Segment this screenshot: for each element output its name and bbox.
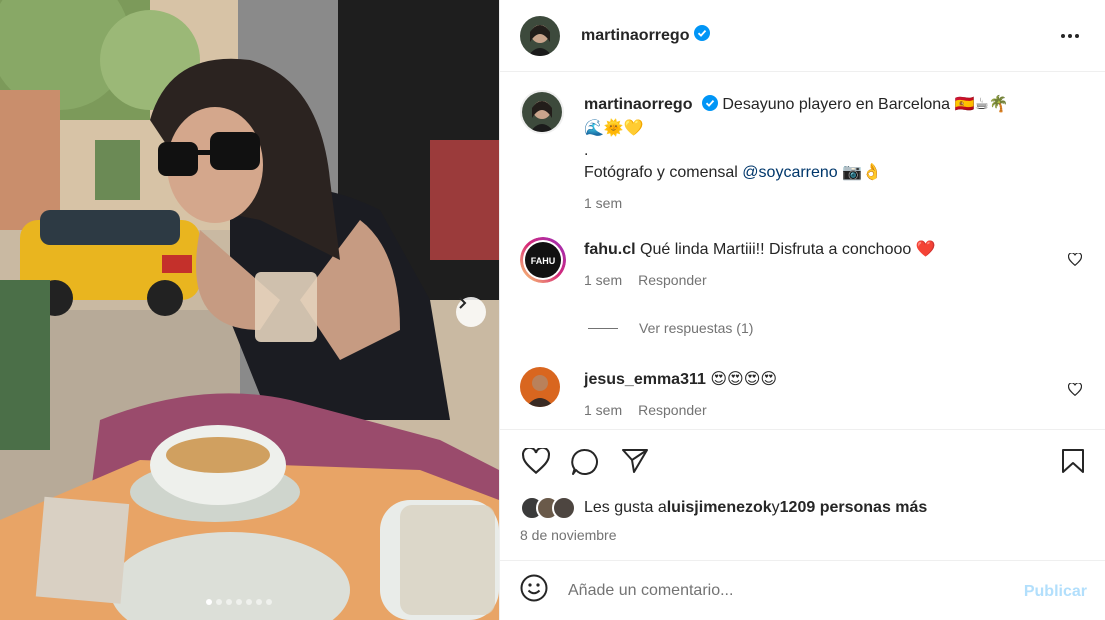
add-comment-bar: Publicar xyxy=(500,560,1105,620)
comment-body: fahu.cl Qué linda Martiii!! Disfruta a c… xyxy=(584,239,1054,291)
carousel-dot xyxy=(206,599,212,605)
post-actions: Les gusta a luisjimenezok y 1209 persona… xyxy=(500,429,1105,559)
mention-link[interactable]: @soycarreno xyxy=(742,164,837,181)
replies-divider xyxy=(588,327,618,329)
carousel-dot xyxy=(216,599,222,605)
comment-icon[interactable] xyxy=(571,448,599,481)
carousel-dot xyxy=(256,599,262,605)
emoji-icon[interactable] xyxy=(520,574,548,607)
comment-username[interactable]: jesus_emma311 xyxy=(584,371,706,388)
post-date[interactable]: 8 de noviembre xyxy=(520,527,617,543)
caption-username[interactable]: martinaorrego xyxy=(584,96,692,113)
reply-button[interactable]: Responder xyxy=(638,399,707,421)
caption-line: 🌊🌞💛 xyxy=(584,120,644,137)
post-details-panel: martinaorrego martinaorrego Desayuno pla… xyxy=(499,0,1105,620)
like-comment-heart-icon[interactable] xyxy=(1067,382,1083,401)
verified-badge-icon xyxy=(701,95,718,118)
view-replies-button[interactable]: Ver respuestas (1) xyxy=(588,320,753,336)
comment-text: Qué linda Martiii!! Disfruta a conchooo … xyxy=(640,241,936,258)
share-icon[interactable] xyxy=(621,448,649,479)
verified-badge-icon xyxy=(694,25,711,46)
reply-button[interactable]: Responder xyxy=(638,269,707,291)
carousel-dot xyxy=(226,599,232,605)
fahu-avatar-text: FAHU xyxy=(531,256,556,266)
more-options-icon[interactable] xyxy=(1061,26,1083,46)
likes-middle: y xyxy=(771,499,780,516)
comment-input[interactable] xyxy=(568,581,998,600)
liker-avatar xyxy=(552,496,576,520)
post-header: martinaorrego xyxy=(500,0,1105,72)
author-avatar[interactable] xyxy=(520,15,560,56)
comment-time[interactable]: 1 sem xyxy=(584,269,622,291)
view-replies-label: Ver respuestas (1) xyxy=(639,320,754,336)
likes-count[interactable]: 1209 personas más xyxy=(780,499,928,517)
caption-body: martinaorrego Desayuno playero en Barcel… xyxy=(584,94,1084,214)
caption-line: Fotógrafo y comensal xyxy=(584,164,743,181)
post-photo[interactable] xyxy=(0,0,499,620)
carousel-dots xyxy=(206,599,272,605)
carousel-dot xyxy=(246,599,252,605)
liker-username[interactable]: luisjimenezok xyxy=(667,499,772,517)
carousel-dot xyxy=(266,599,272,605)
author-username[interactable]: martinaorrego xyxy=(581,27,689,45)
like-comment-heart-icon[interactable] xyxy=(1067,252,1083,271)
bookmark-icon[interactable] xyxy=(1061,448,1085,479)
photo-illustration xyxy=(0,0,499,620)
commenter-avatar[interactable]: FAHU xyxy=(520,237,566,283)
caption-line: Desayuno playero en Barcelona 🇪🇸☕🌴 xyxy=(722,96,1009,113)
commenter-avatar[interactable] xyxy=(520,367,560,407)
action-bar xyxy=(520,446,1086,479)
comments-list[interactable]: martinaorrego Desayuno playero en Barcel… xyxy=(500,72,1105,429)
comment-username[interactable]: fahu.cl xyxy=(584,241,636,258)
heart-icon[interactable] xyxy=(521,446,551,479)
comment-time[interactable]: 1 sem xyxy=(584,399,622,421)
likes-summary[interactable]: Les gusta a luisjimenezok y 1209 persona… xyxy=(520,496,927,520)
comment-body: jesus_emma311 😍😍😍😍 1 sem Responder xyxy=(584,369,1054,421)
comment-text: 😍😍😍😍 xyxy=(710,371,778,388)
caption-avatar[interactable] xyxy=(520,90,564,134)
liker-avatars xyxy=(520,496,576,520)
likes-prefix: Les gusta a xyxy=(584,499,667,516)
caption-line: . xyxy=(584,142,589,159)
publish-button[interactable]: Publicar xyxy=(1024,583,1087,601)
carousel-dot xyxy=(236,599,242,605)
next-photo-button[interactable] xyxy=(456,297,486,327)
caption-time[interactable]: 1 sem xyxy=(584,192,622,214)
caption-line: 📷👌 xyxy=(837,164,882,181)
